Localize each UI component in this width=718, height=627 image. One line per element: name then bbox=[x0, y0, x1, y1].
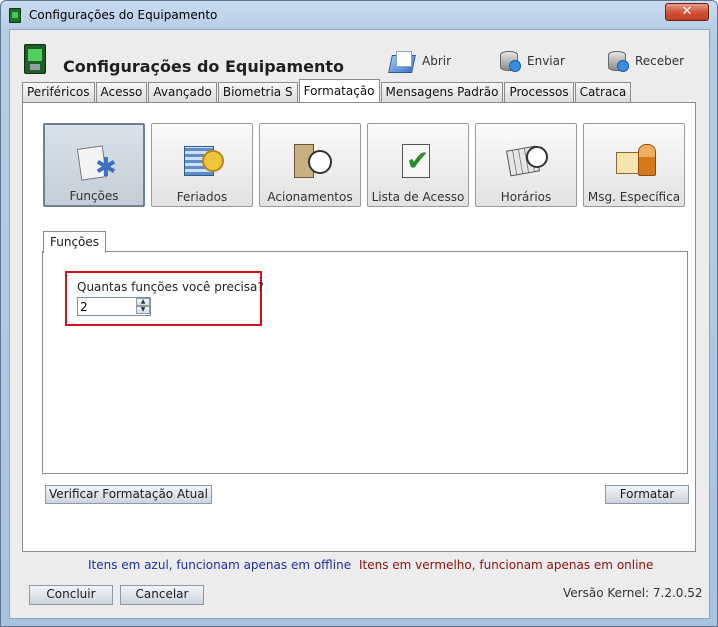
offline-note: Itens em azul, funcionam apenas em offli… bbox=[88, 558, 352, 572]
access-list-button[interactable]: Lista de Acesso bbox=[367, 123, 469, 207]
receive-label: Receber bbox=[635, 54, 685, 68]
title-bar[interactable]: Configurações do Equipamento ✕ bbox=[1, 1, 717, 29]
triggers-button[interactable]: Acionamentos bbox=[259, 123, 361, 207]
stepper-up-icon[interactable]: ▲ bbox=[136, 298, 150, 306]
functions-count-stepper[interactable]: ▲ ▼ bbox=[77, 297, 151, 316]
functions-label: Funções bbox=[69, 189, 119, 203]
open-folder-icon bbox=[390, 50, 416, 72]
window-title: Configurações do Equipamento bbox=[29, 8, 218, 22]
verify-format-button[interactable]: Verificar Formatação Atual bbox=[45, 485, 212, 504]
app-window: Configurações do Equipamento ✕ Configura… bbox=[0, 0, 718, 627]
tab-catraca[interactable]: Catraca bbox=[574, 82, 632, 102]
open-button[interactable]: Abrir bbox=[390, 48, 451, 74]
holidays-icon bbox=[184, 142, 224, 182]
functions-count-input[interactable] bbox=[79, 299, 135, 314]
specific-message-button[interactable]: Msg. Específica bbox=[583, 123, 685, 207]
device-icon bbox=[24, 44, 46, 74]
kernel-version: Versão Kernel: 7.2.0.52 bbox=[563, 586, 703, 600]
stepper-down-icon[interactable]: ▼ bbox=[136, 306, 150, 314]
tab-formatacao[interactable]: Formatação bbox=[298, 79, 380, 102]
close-button[interactable]: ✕ bbox=[665, 3, 709, 21]
holidays-label: Feriados bbox=[176, 190, 228, 204]
schedules-button[interactable]: Horários bbox=[475, 123, 577, 207]
device-icon bbox=[9, 8, 21, 23]
access-list-label: Lista de Acesso bbox=[371, 190, 465, 204]
tab-acesso[interactable]: Acesso bbox=[95, 82, 148, 102]
cancel-button[interactable]: Cancelar bbox=[120, 585, 204, 605]
main-client-area: Configurações do Equipamento Abrir Envia… bbox=[9, 29, 710, 619]
send-button[interactable]: Enviar bbox=[499, 48, 565, 74]
tab-perifericos[interactable]: Periféricos bbox=[22, 82, 95, 102]
conclude-button[interactable]: Concluir bbox=[29, 585, 113, 605]
specific-message-icon bbox=[616, 142, 656, 182]
schedules-label: Horários bbox=[500, 190, 552, 204]
tab-mensagens-padrao[interactable]: Mensagens Padrão bbox=[380, 82, 504, 102]
database-send-icon bbox=[499, 50, 521, 72]
tab-processos[interactable]: Processos bbox=[504, 82, 574, 102]
tab-avancado[interactable]: Avançado bbox=[148, 82, 217, 102]
highlight-box: Quantas funções você precisa? ▲ ▼ bbox=[65, 271, 264, 326]
holidays-button[interactable]: Feriados bbox=[151, 123, 253, 207]
schedules-icon bbox=[508, 142, 548, 182]
tab-biometria[interactable]: Biometria S bbox=[217, 82, 298, 102]
access-list-icon bbox=[400, 142, 440, 182]
funcoes-panel: Quantas funções você precisa? ▲ ▼ bbox=[42, 251, 688, 474]
page-title: Configurações do Equipamento bbox=[63, 57, 345, 76]
functions-button[interactable]: Funções bbox=[43, 123, 145, 207]
functions-icon bbox=[77, 143, 117, 183]
open-label: Abrir bbox=[422, 54, 452, 68]
online-note: Itens em vermelho, funcionam apenas em o… bbox=[359, 558, 654, 572]
format-button[interactable]: Formatar bbox=[605, 485, 689, 504]
question-label: Quantas funções você precisa? bbox=[77, 280, 264, 294]
receive-button[interactable]: Receber bbox=[607, 48, 684, 74]
tab-funcoes[interactable]: Funções bbox=[43, 231, 107, 253]
database-receive-icon bbox=[607, 50, 629, 72]
specific-message-label: Msg. Específica bbox=[587, 190, 681, 204]
triggers-icon bbox=[292, 142, 332, 182]
send-label: Enviar bbox=[527, 54, 565, 68]
tab-bar: Periféricos Acesso Avançado Biometria S … bbox=[22, 79, 632, 102]
triggers-label: Acionamentos bbox=[267, 190, 353, 204]
formatacao-panel: Funções Feriados Acionamentos Lista de A… bbox=[22, 102, 696, 552]
